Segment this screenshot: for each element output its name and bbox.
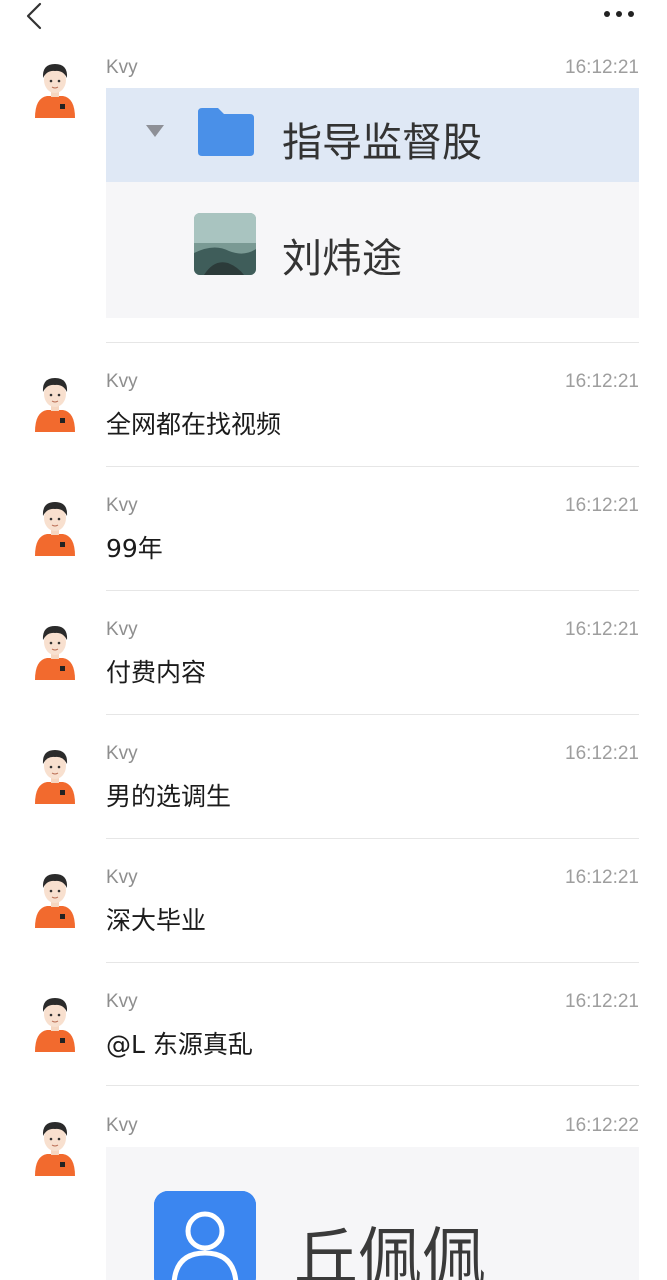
avatar[interactable] — [33, 372, 77, 432]
divider — [106, 838, 639, 839]
message-text[interactable]: 99年 — [106, 529, 163, 565]
message-time: 16:12:21 — [565, 991, 639, 1012]
image-message[interactable]: 丘佩佩 — [106, 1147, 639, 1280]
sender-name: Kvy — [106, 991, 138, 1012]
contact-name: 丘佩佩 — [294, 1222, 486, 1280]
back-button[interactable] — [14, 0, 54, 36]
divider — [106, 1085, 639, 1086]
divider — [106, 466, 639, 467]
message-text[interactable]: 全网都在找视频 — [106, 405, 281, 441]
user-name: 刘炜途 — [282, 236, 402, 282]
avatar[interactable] — [33, 992, 77, 1052]
avatar[interactable] — [33, 620, 77, 680]
avatar[interactable] — [33, 496, 77, 556]
contact-person-icon — [154, 1191, 256, 1280]
sender-name: Kvy — [106, 371, 138, 392]
top-bar — [0, 0, 667, 40]
message-time: 16:12:21 — [565, 867, 639, 888]
more-button[interactable] — [596, 0, 646, 30]
sender-name: Kvy — [106, 495, 138, 516]
message-text[interactable]: 男的选调生 — [106, 777, 231, 813]
group-name: 指导监督股 — [282, 120, 482, 166]
avatar[interactable] — [33, 1116, 77, 1176]
avatar[interactable] — [33, 58, 77, 118]
message-time: 16:12:21 — [565, 743, 639, 764]
divider — [106, 590, 639, 591]
folder-icon — [198, 108, 254, 156]
message-time: 16:12:21 — [565, 371, 639, 392]
message-text[interactable]: 深大毕业 — [106, 901, 206, 937]
image-message[interactable]: 指导监督股 刘炜途 — [106, 88, 639, 318]
collapse-triangle-icon — [146, 125, 164, 137]
sender-name: Kvy — [106, 619, 138, 640]
message-text[interactable]: @L 东源真乱 — [106, 1025, 253, 1061]
message-time: 16:12:21 — [565, 495, 639, 516]
more-dots-icon — [604, 11, 634, 17]
message-time: 16:12:21 — [565, 619, 639, 640]
divider — [106, 714, 639, 715]
avatar[interactable] — [33, 868, 77, 928]
sender-name: Kvy — [106, 1115, 138, 1136]
message-time: 16:12:22 — [565, 1115, 639, 1136]
sender-name: Kvy — [106, 867, 138, 888]
sender-name: Kvy — [106, 57, 138, 78]
message-time: 16:12:21 — [565, 57, 639, 78]
avatar[interactable] — [33, 744, 77, 804]
divider — [106, 342, 639, 343]
message-text[interactable]: 付费内容 — [106, 653, 206, 689]
divider — [106, 962, 639, 963]
sender-name: Kvy — [106, 743, 138, 764]
user-photo-thumbnail — [194, 213, 256, 275]
chevron-left-icon — [26, 2, 42, 30]
